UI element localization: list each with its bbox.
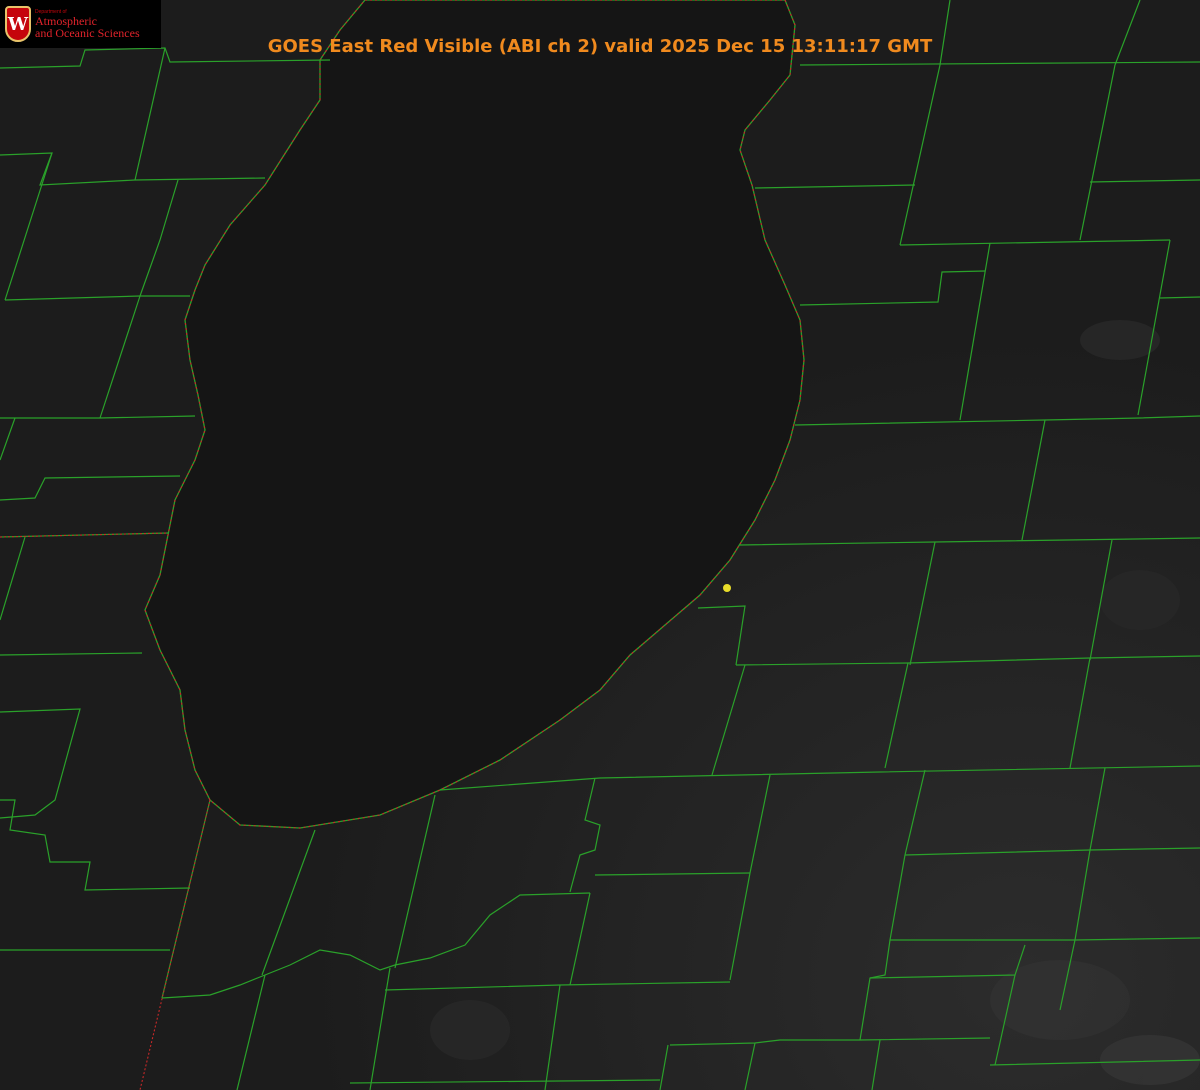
image-title: GOES East Red Visible (ABI ch 2) valid 2…	[267, 36, 933, 57]
satellite-map: W Department of Atmospheric and Oceanic …	[0, 0, 1200, 1090]
station-marker	[723, 584, 731, 592]
logo-text: Department of Atmospheric and Oceanic Sc…	[35, 9, 140, 39]
logo-line-1: Atmospheric	[35, 13, 97, 28]
map-canvas	[0, 0, 1200, 1090]
